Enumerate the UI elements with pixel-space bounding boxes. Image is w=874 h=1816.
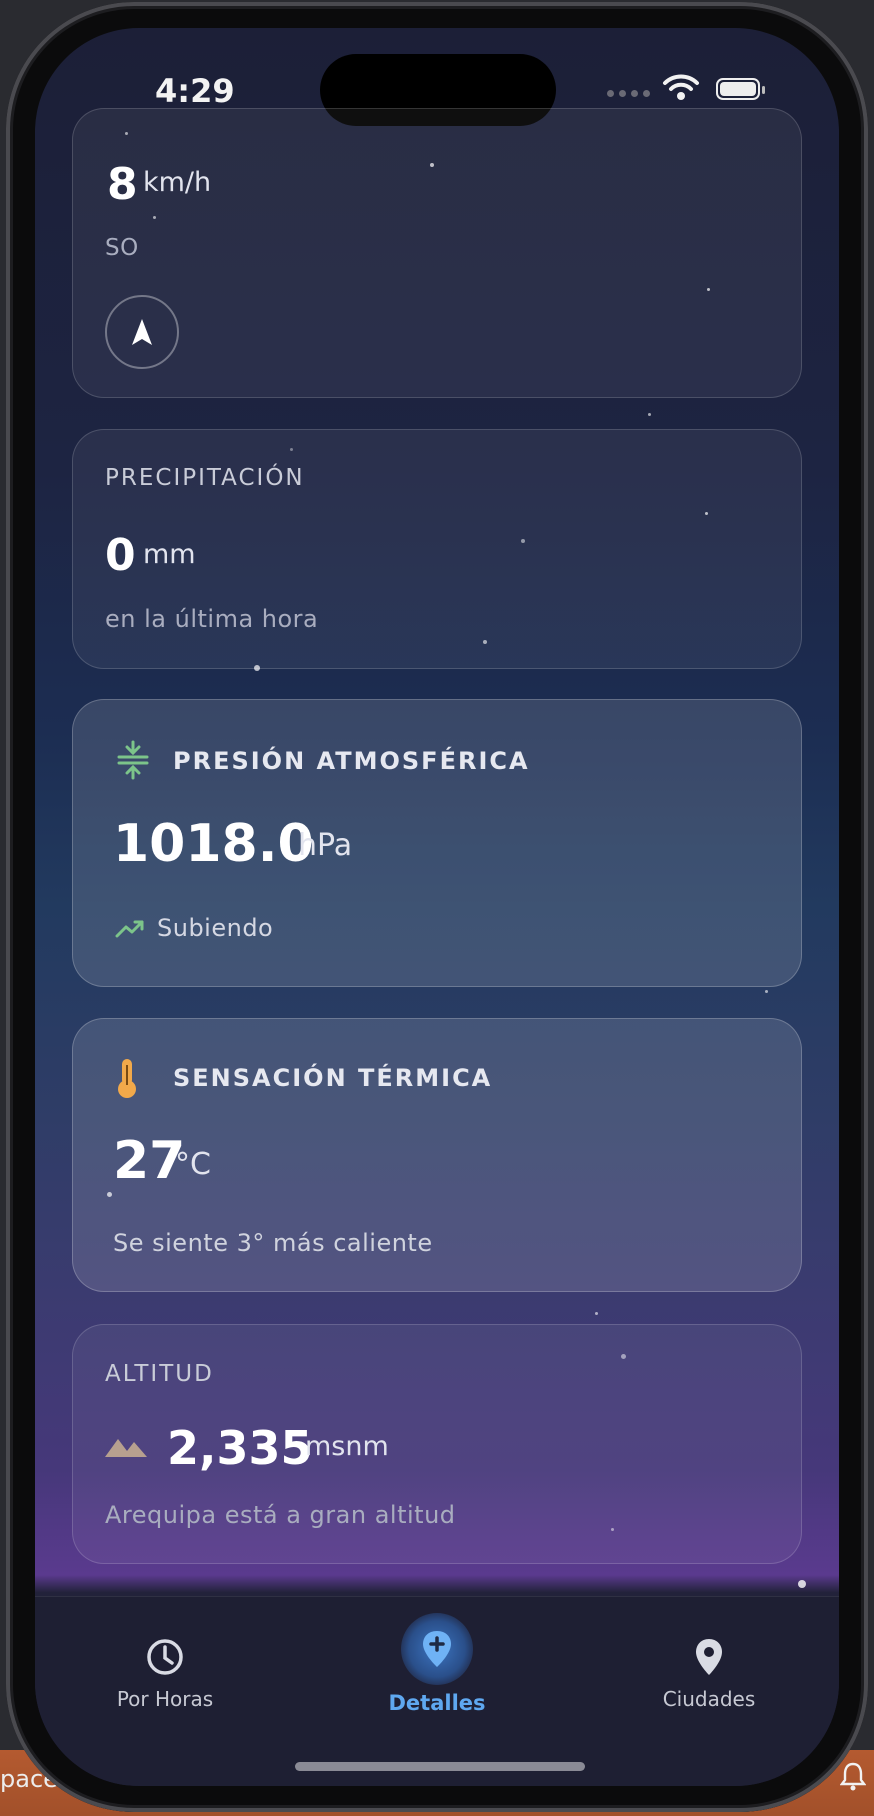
precipitation-card: PRECIPITACIÓN 0 mm en la última hora — [72, 429, 802, 669]
precipitation-note: en la última hora — [105, 605, 319, 633]
map-pin-icon — [696, 1639, 722, 1675]
feels-like-note: Se siente 3° más caliente — [113, 1229, 433, 1257]
feels-like-unit: °C — [175, 1147, 211, 1182]
tab-label: Por Horas — [116, 1687, 214, 1711]
tab-ciudades[interactable]: Ciudades — [609, 1637, 809, 1711]
thermometer-icon — [118, 1059, 136, 1098]
pressure-card: PRESIÓN ATMOSFÉRICA 1018.0 hPa Subiendo — [72, 699, 802, 987]
wind-card: 8 km/h SO — [72, 108, 802, 398]
wind-compass-icon — [105, 295, 179, 369]
star — [595, 1312, 598, 1315]
precipitation-title: PRECIPITACIÓN — [105, 465, 305, 491]
app-screen: 4:29 8 km/h SO PRECIPITACIÓN 0 mm en la … — [35, 28, 839, 1786]
pressure-trend: Subiendo — [157, 914, 274, 942]
pressure-title: PRESIÓN ATMOSFÉRICA — [173, 747, 530, 775]
cellular-signal-icon — [607, 90, 650, 97]
feels-like-title: SENSACIÓN TÉRMICA — [173, 1064, 493, 1092]
tab-detalles[interactable]: Detalles — [337, 1613, 537, 1715]
home-indicator[interactable] — [295, 1762, 585, 1771]
altitude-unit: msnm — [305, 1431, 389, 1462]
active-tab-glow — [401, 1613, 473, 1685]
phone-frame: 4:29 8 km/h SO PRECIPITACIÓN 0 mm en la … — [6, 2, 868, 1812]
mountain-icon — [105, 1439, 147, 1457]
pressure-unit: hPa — [298, 828, 353, 863]
pressure-value: 1018.0 — [113, 814, 314, 874]
star — [765, 990, 768, 993]
altitude-card: ALTITUD 2,335 msnm Arequipa está a gran … — [72, 1324, 802, 1564]
tab-bar: Por Horas Detalles Ciudades — [35, 1596, 839, 1786]
feels-like-card: SENSACIÓN TÉRMICA 27 °C Se siente 3° más… — [72, 1018, 802, 1292]
location-plus-icon — [423, 1631, 451, 1667]
status-time: 4:29 — [155, 72, 235, 110]
star — [648, 413, 651, 416]
notification-bell-icon[interactable] — [838, 1756, 868, 1796]
tab-por-horas[interactable]: Por Horas — [65, 1637, 265, 1711]
wind-speed-unit: km/h — [143, 167, 212, 198]
wind-direction: SO — [105, 235, 139, 261]
pressure-compress-icon — [117, 740, 149, 780]
tab-label: Ciudades — [662, 1687, 756, 1711]
altitude-note: Arequipa está a gran altitud — [105, 1501, 456, 1529]
battery-icon — [716, 78, 765, 100]
clock-icon — [147, 1639, 183, 1675]
wind-speed-value: 8 — [107, 159, 138, 210]
precipitation-unit: mm — [143, 539, 196, 570]
trending-up-icon — [115, 920, 144, 938]
altitude-title: ALTITUD — [105, 1361, 214, 1387]
altitude-value: 2,335 — [167, 1421, 313, 1475]
precipitation-value: 0 — [105, 530, 136, 581]
wifi-icon — [663, 74, 699, 100]
star — [798, 1580, 806, 1588]
tab-label: Detalles — [388, 1691, 486, 1715]
